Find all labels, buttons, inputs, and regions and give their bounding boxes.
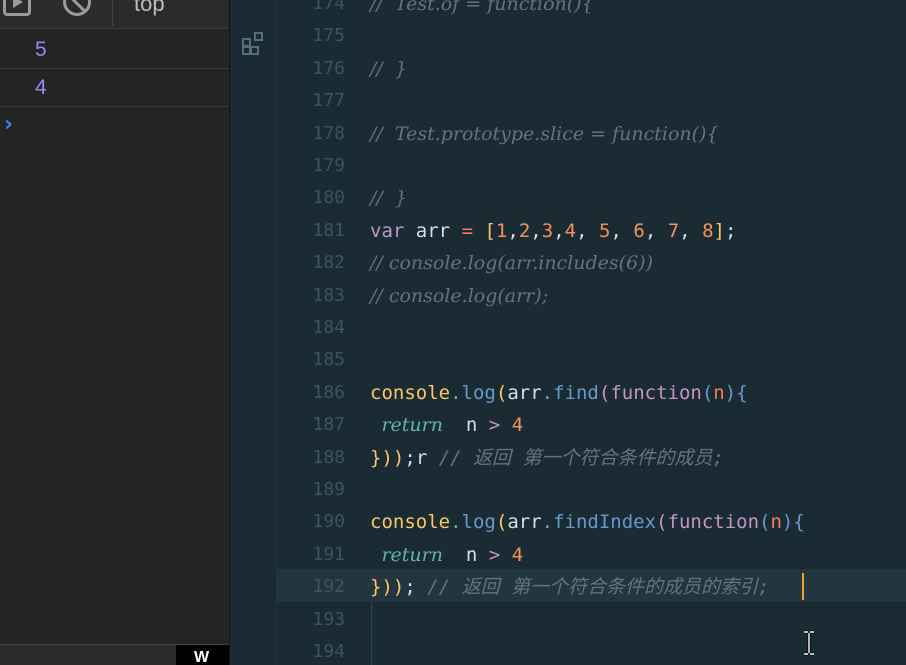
code-line[interactable]: 181 var arr = [1,2,3,4, 5, 6, 7, 8]; bbox=[277, 215, 906, 247]
console-output-value: 4 bbox=[35, 76, 47, 99]
code-text[interactable]: // } bbox=[370, 53, 407, 85]
code-line[interactable]: 180 // } bbox=[277, 182, 906, 214]
context-selector[interactable]: top bbox=[134, 0, 165, 17]
line-number: 179 bbox=[312, 155, 345, 176]
line-number: 191 bbox=[312, 543, 345, 565]
code-line[interactable]: 187 return n > 4 bbox=[277, 409, 906, 441]
line-number: 180 bbox=[312, 187, 345, 209]
console-output-row: 4 bbox=[0, 69, 229, 107]
line-number: 189 bbox=[312, 479, 345, 500]
line-number: 182 bbox=[312, 252, 345, 274]
console-output-row: 5 bbox=[0, 31, 229, 69]
code-text[interactable]: var arr = [1,2,3,4, 5, 6, 7, 8]; bbox=[370, 215, 736, 247]
code-text[interactable]: return n > 4 bbox=[370, 409, 523, 441]
code-text[interactable]: // Test.of = function(){ bbox=[370, 0, 594, 20]
console-output-value: 5 bbox=[35, 38, 47, 61]
code-editor[interactable]: 174 // Test.of = function(){ 175 176 // } 177… bbox=[277, 0, 906, 665]
bottom-tab[interactable]: W bbox=[176, 645, 229, 665]
line-number: 190 bbox=[312, 511, 345, 533]
code-line[interactable]: 184 bbox=[277, 312, 906, 344]
code-line[interactable]: 190 console.log(arr.findIndex(function(n)… bbox=[277, 506, 906, 538]
code-text[interactable]: // console.log(arr.includes(6)) bbox=[370, 247, 653, 279]
code-text[interactable]: return n > 4 bbox=[370, 539, 523, 571]
console-bottom-bar: W bbox=[0, 644, 229, 665]
code-line[interactable]: 185 bbox=[277, 344, 906, 376]
extensions-icon[interactable] bbox=[241, 30, 267, 56]
block-icon[interactable] bbox=[63, 0, 91, 16]
console-toolbar: top bbox=[0, 0, 229, 29]
code-line[interactable]: 178 // Test.prototype.slice = function(){ bbox=[277, 118, 906, 150]
line-number: 193 bbox=[312, 608, 345, 630]
line-number: 175 bbox=[312, 25, 345, 47]
ibeam-cursor-icon bbox=[804, 630, 814, 656]
line-number: 187 bbox=[312, 414, 345, 436]
console-prompt-icon[interactable]: › bbox=[4, 114, 13, 136]
toolbar-divider bbox=[112, 0, 113, 26]
code-line[interactable]: 191 return n > 4 bbox=[277, 539, 906, 571]
line-number: 192 bbox=[312, 576, 345, 598]
line-number: 181 bbox=[312, 219, 345, 241]
code-line[interactable]: 186 console.log(arr.find(function(n){ bbox=[277, 377, 906, 409]
code-text[interactable]: console.log(arr.findIndex(function(n){ bbox=[370, 506, 805, 538]
devtools-console-panel: top 5 4 › W bbox=[0, 0, 230, 665]
line-number: 184 bbox=[312, 317, 345, 338]
line-number: 176 bbox=[312, 57, 345, 79]
code-text[interactable]: // console.log(arr); bbox=[370, 280, 548, 312]
code-line[interactable]: 182 // console.log(arr.includes(6)) bbox=[277, 247, 906, 279]
code-line[interactable]: 174 // Test.of = function(){ bbox=[277, 0, 906, 20]
code-line[interactable]: 189 bbox=[277, 474, 906, 506]
bottom-tab-label: W bbox=[194, 649, 210, 665]
line-number: 174 bbox=[312, 0, 345, 14]
code-line[interactable]: 192 })); // 返回 第一个符合条件的成员的索引; bbox=[277, 571, 906, 603]
activity-bar bbox=[230, 0, 277, 665]
play-icon[interactable] bbox=[3, 0, 31, 16]
code-line[interactable]: 179 bbox=[277, 150, 906, 182]
code-line[interactable]: 177 bbox=[277, 85, 906, 117]
code-line[interactable]: 183 // console.log(arr); bbox=[277, 280, 906, 312]
code-text[interactable]: console.log(arr.find(function(n){ bbox=[370, 377, 748, 409]
line-number: 188 bbox=[312, 446, 345, 468]
code-line[interactable]: 175 bbox=[277, 20, 906, 52]
line-number: 183 bbox=[312, 284, 345, 306]
line-number: 178 bbox=[312, 122, 345, 144]
line-number: 186 bbox=[312, 381, 345, 403]
code-text[interactable]: }));r // 返回 第一个符合条件的成员; bbox=[370, 442, 724, 474]
code-line[interactable]: 188 }));r // 返回 第一个符合条件的成员; bbox=[277, 442, 906, 474]
code-text[interactable]: // } bbox=[370, 182, 407, 214]
code-line[interactable]: 176 // } bbox=[277, 53, 906, 85]
line-number: 185 bbox=[312, 349, 345, 371]
line-number: 177 bbox=[312, 90, 345, 112]
text-caret bbox=[802, 573, 804, 600]
code-text[interactable]: })); // 返回 第一个符合条件的成员的索引; bbox=[370, 571, 769, 603]
line-number: 194 bbox=[312, 641, 345, 662]
code-text[interactable]: // Test.prototype.slice = function(){ bbox=[370, 118, 719, 150]
